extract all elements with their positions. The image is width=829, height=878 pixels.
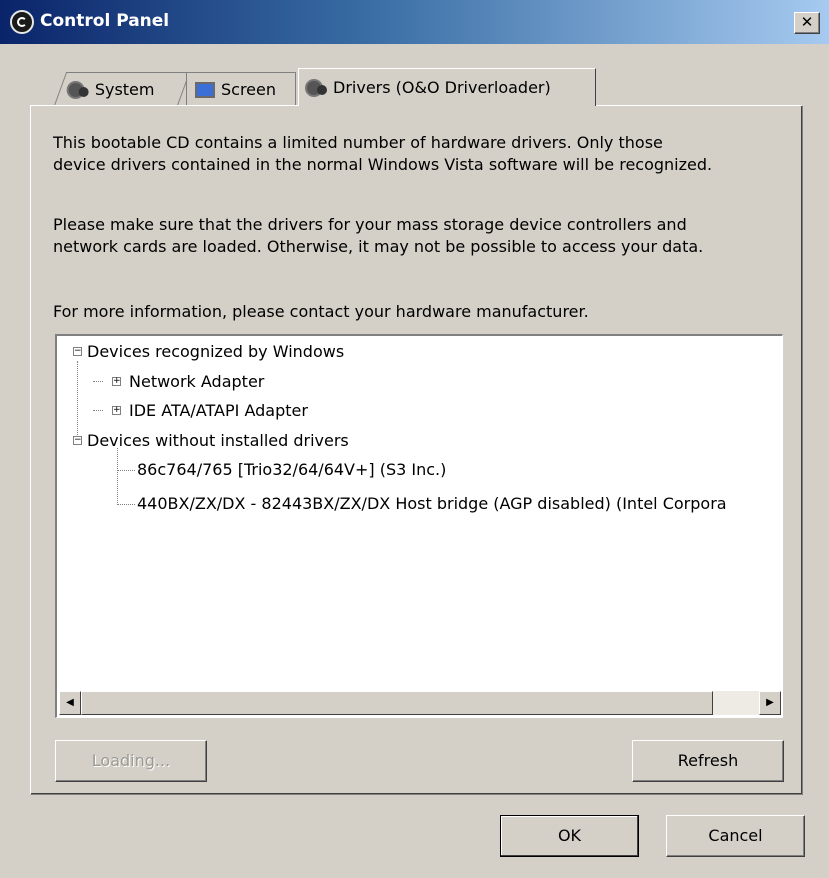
close-icon: ✕ [800, 13, 814, 31]
info-line: device drivers contained in the normal W… [53, 155, 713, 174]
tree-node-without[interactable]: Devices without installed drivers [87, 431, 349, 451]
tab-drivers-label: Drivers (O&O Driverloader) [333, 78, 551, 97]
tree-line [93, 410, 103, 411]
tree-line [117, 470, 135, 471]
scrollbar-thumb[interactable] [81, 691, 713, 715]
expand-toggle-network[interactable]: + [112, 377, 121, 386]
title-bar: Control Panel ✕ [0, 0, 829, 44]
horizontal-scrollbar[interactable]: ◀ ▶ [59, 691, 781, 715]
tree-node-ide[interactable]: IDE ATA/ATAPI Adapter [129, 401, 308, 421]
info-line: network cards are loaded. Otherwise, it … [53, 237, 704, 256]
expand-toggle-ide[interactable]: + [112, 406, 121, 415]
close-button[interactable]: ✕ [794, 12, 820, 34]
refresh-button[interactable]: Refresh [632, 740, 784, 782]
tree-line [117, 448, 118, 505]
info-line: This bootable CD contains a limited numb… [53, 133, 663, 152]
tree-line [117, 504, 135, 505]
tree-node-device[interactable]: 440BX/ZX/DX - 82443BX/ZX/DX Host bridge … [137, 494, 727, 514]
device-tree[interactable]: − Devices recognized by Windows + Networ… [55, 334, 783, 718]
tree-node-network[interactable]: Network Adapter [129, 372, 264, 392]
ok-button[interactable]: OK [500, 815, 639, 857]
monitor-icon [195, 81, 215, 98]
loading-button[interactable]: Loading... [55, 740, 207, 782]
info-paragraph-3: For more information, please contact you… [53, 302, 589, 321]
window-title: Control Panel [40, 11, 170, 31]
cancel-button[interactable]: Cancel [666, 815, 805, 857]
gear-icon [69, 81, 89, 99]
tab-drivers[interactable]: Drivers (O&O Driverloader) [298, 68, 596, 106]
gears-icon [307, 79, 327, 97]
app-icon [10, 10, 34, 34]
tab-screen[interactable]: Screen [186, 72, 296, 106]
scroll-right-button[interactable]: ▶ [759, 691, 781, 715]
info-line: Please make sure that the drivers for yo… [53, 215, 687, 234]
collapse-toggle-without[interactable]: − [73, 436, 82, 445]
tab-system-label: System [94, 80, 155, 99]
collapse-toggle-recognized[interactable]: − [73, 347, 82, 356]
scroll-left-button[interactable]: ◀ [59, 691, 81, 715]
info-paragraph-1: This bootable CD contains a limited numb… [53, 132, 712, 176]
tree-line [77, 361, 78, 441]
tab-screen-label: Screen [221, 80, 277, 99]
tree-node-device[interactable]: 86c764/765 [Trio32/64/64V+] (S3 Inc.) [137, 460, 446, 480]
tree-line [93, 381, 103, 382]
tab-system[interactable]: System [53, 72, 191, 106]
tree-node-recognized[interactable]: Devices recognized by Windows [87, 342, 344, 362]
info-paragraph-2: Please make sure that the drivers for yo… [53, 214, 703, 258]
